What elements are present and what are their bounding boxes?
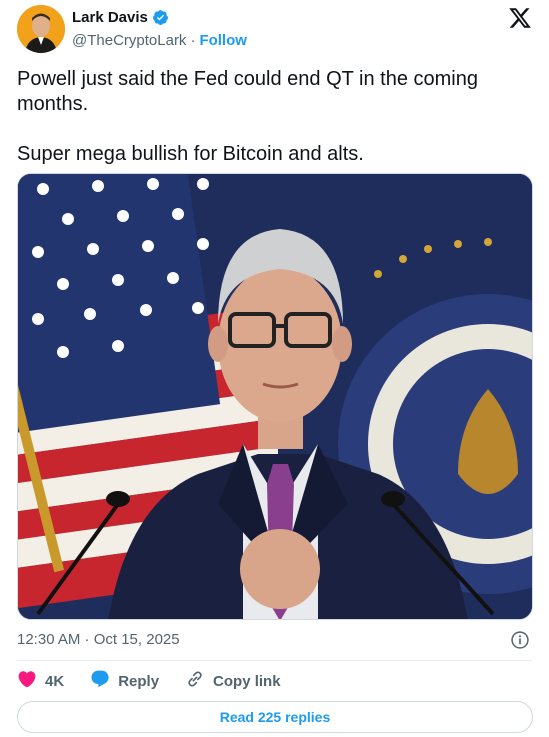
photo-illustration xyxy=(18,174,532,619)
like-button[interactable]: 4K xyxy=(17,669,64,693)
like-count: 4K xyxy=(45,672,65,690)
tweet-paragraph: Powell just said the Fed could end QT in… xyxy=(17,68,478,115)
speech-bubble-icon xyxy=(90,669,110,693)
author-handle-row: @TheCryptoLark · Follow xyxy=(72,32,247,49)
author-name-row: Lark Davis xyxy=(72,9,169,26)
author-handle[interactable]: @TheCryptoLark xyxy=(72,32,186,49)
reply-label: Reply xyxy=(118,672,160,690)
heart-icon xyxy=(17,669,37,693)
avatar-portrait xyxy=(17,5,65,53)
follow-button[interactable]: Follow xyxy=(199,32,247,49)
author-name[interactable]: Lark Davis xyxy=(72,9,148,26)
tweet-timestamp[interactable]: 12:30 AM · Oct 15, 2025 xyxy=(17,631,180,648)
reply-button[interactable]: Reply xyxy=(90,669,159,693)
copy-link-label: Copy link xyxy=(213,672,281,690)
tweet-photo[interactable] xyxy=(17,173,533,620)
read-replies-button[interactable]: Read 225 replies xyxy=(17,701,533,733)
verified-badge-icon xyxy=(152,9,169,26)
tweet-text: Powell just said the Fed could end QT in… xyxy=(17,67,532,167)
x-logo-icon[interactable] xyxy=(508,6,532,30)
info-icon[interactable] xyxy=(510,630,530,650)
link-icon xyxy=(185,669,205,693)
copy-link-button[interactable]: Copy link xyxy=(185,669,281,693)
author-avatar[interactable] xyxy=(17,5,65,53)
divider xyxy=(17,660,532,661)
handle-separator: · xyxy=(190,32,196,49)
tweet-embed-card: Lark Davis @TheCryptoLark · Follow Powel… xyxy=(0,0,549,737)
tweet-paragraph: Super mega bullish for Bitcoin and alts. xyxy=(17,143,364,165)
tweet-actions: 4K Reply Copy link xyxy=(17,669,307,693)
